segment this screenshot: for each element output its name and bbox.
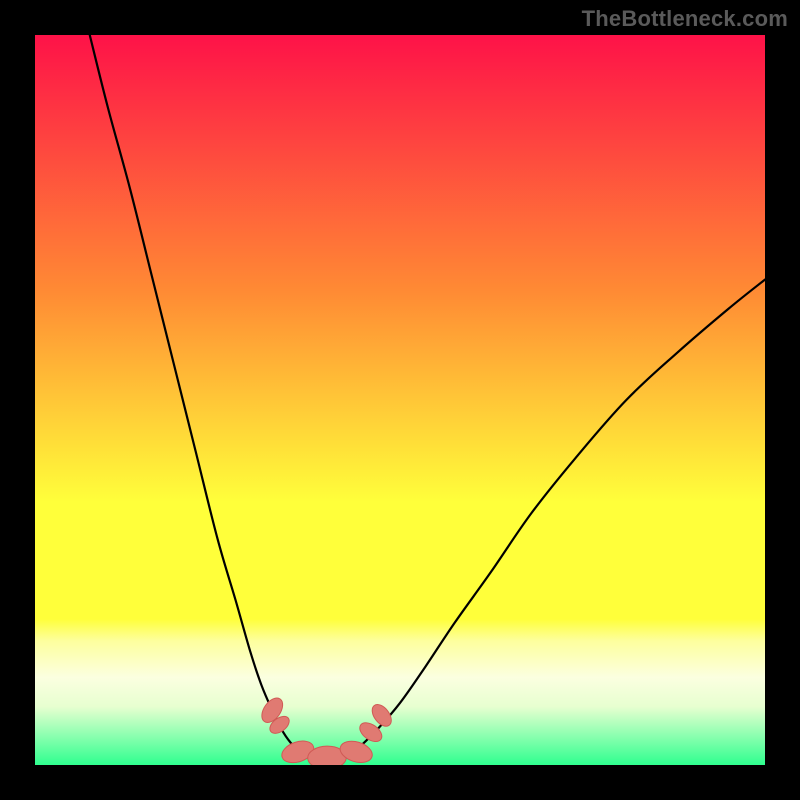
watermark-text: TheBottleneck.com xyxy=(582,6,788,32)
gradient-background xyxy=(35,35,765,765)
outer-frame: TheBottleneck.com xyxy=(0,0,800,800)
plot-area xyxy=(35,35,765,765)
chart-svg xyxy=(35,35,765,765)
